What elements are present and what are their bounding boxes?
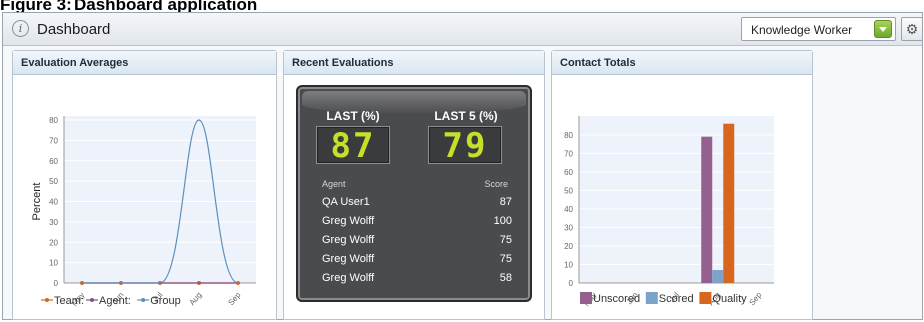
evaluation-row[interactable]: Greg Wolff 75 — [322, 234, 512, 252]
legend-label: Quality — [712, 293, 747, 305]
y-tick-label: 70 — [49, 136, 58, 145]
legend-swatch — [645, 292, 658, 304]
agent-name: Greg Wolff — [322, 253, 375, 265]
plot-area — [579, 116, 774, 283]
y-tick-label: 60 — [564, 168, 573, 177]
last5-label: LAST 5 (%) — [434, 109, 498, 123]
evaluation-row[interactable]: Greg Wolff 75 — [322, 253, 512, 271]
y-axis-label: Percent — [31, 183, 43, 221]
agent-score: 75 — [499, 253, 512, 265]
y-tick-label: 70 — [564, 149, 573, 158]
legend-label: Scored — [659, 293, 694, 305]
contact-totals-chart: 01020304050607080MayJunJulAugSepUnscored… — [564, 116, 774, 308]
agent-score: 58 — [499, 272, 512, 284]
y-tick-label: 30 — [49, 218, 58, 227]
agent-name: QA User1 — [322, 196, 370, 208]
page-title: Dashboard — [37, 21, 111, 38]
y-tick-label: 30 — [564, 223, 573, 232]
legend-swatch-marker — [90, 298, 94, 302]
y-tick-label: 0 — [569, 279, 574, 288]
panel-title: Evaluation Averages — [13, 51, 276, 75]
evaluation-averages-panel: Evaluation Averages 0 10 20 30 40 50 60 70 80 Per… — [12, 50, 277, 320]
y-tick-label: 80 — [49, 116, 58, 125]
scoreboard: LAST (%) LAST 5 (%) 87 79 Agent Score QA… — [296, 85, 532, 302]
agent-name: Greg Wolff — [322, 272, 375, 284]
last-label: LAST (%) — [326, 109, 380, 123]
evaluation-averages-chart: 01020304050607080PercentMay Jun Jul Aug SepT… — [31, 116, 256, 308]
y-tick-label: 80 — [564, 131, 573, 140]
panel-title: Recent Evaluations — [284, 51, 544, 75]
settings-button[interactable]: ⚙ — [901, 17, 923, 41]
y-tick-label: 40 — [564, 205, 573, 214]
bar-unscored — [701, 136, 713, 283]
legend-swatch-marker — [141, 298, 146, 302]
dashboard-header: i Dashboard Knowledge Worker ⚙ — [3, 13, 923, 46]
contact-totals-panel: Contact Totals 01020304050607080MayJunJu… — [551, 50, 813, 320]
y-tick-label: 60 — [49, 157, 58, 166]
x-tick-label: Sep — [747, 290, 763, 307]
panel-title: Contact Totals — [552, 51, 812, 75]
info-icon[interactable]: i — [12, 20, 29, 37]
x-tick-label: Sep — [226, 290, 242, 307]
y-tick-label: 0 — [54, 279, 59, 288]
legend-swatch — [699, 292, 712, 304]
y-tick-label: 50 — [49, 177, 58, 186]
y-tick-label: 40 — [49, 198, 58, 207]
agent-score: 75 — [499, 234, 512, 246]
dashboard-window: i Dashboard Knowledge Worker ⚙ Evaluatio… — [2, 12, 923, 320]
evaluation-row[interactable]: Greg Wolff 100 — [322, 215, 512, 233]
chevron-down-icon[interactable] — [874, 20, 892, 38]
last-score-display: 87 — [316, 126, 390, 165]
legend-label: Agent: — [99, 295, 131, 307]
agent-name: Greg Wolff — [322, 215, 375, 227]
y-tick-label: 20 — [49, 238, 58, 247]
score-column-header: Score — [484, 179, 508, 189]
last5-score-display: 79 — [428, 126, 502, 165]
legend-label: Unscored — [593, 293, 640, 305]
evaluation-row[interactable]: Greg Wolff 58 — [322, 272, 512, 290]
y-tick-label: 10 — [49, 259, 58, 268]
legend-label: Team: — [54, 295, 84, 307]
agent-score: 87 — [499, 196, 512, 208]
role-select-value: Knowledge Worker — [751, 23, 853, 37]
gear-icon: ⚙ — [905, 21, 919, 37]
evaluation-row[interactable]: QA User1 87 — [322, 196, 512, 214]
x-tick-label: Aug — [187, 291, 203, 308]
role-select[interactable]: Knowledge Worker — [741, 17, 896, 41]
plot-area — [64, 116, 256, 283]
bar-quality — [723, 123, 735, 283]
bar-scored — [712, 270, 724, 283]
agent-score: 100 — [493, 215, 512, 227]
agent-column-header: Agent — [322, 179, 346, 189]
recent-evaluations-panel: Recent Evaluations LAST (%) LAST 5 (%) 8… — [283, 50, 545, 320]
y-tick-label: 10 — [564, 260, 573, 269]
legend-swatch-marker — [45, 298, 49, 302]
y-tick-label: 50 — [564, 186, 573, 195]
y-tick-label: 20 — [564, 242, 573, 251]
legend-label: Group — [150, 295, 181, 307]
agent-name: Greg Wolff — [322, 234, 375, 246]
legend-swatch — [580, 292, 592, 304]
